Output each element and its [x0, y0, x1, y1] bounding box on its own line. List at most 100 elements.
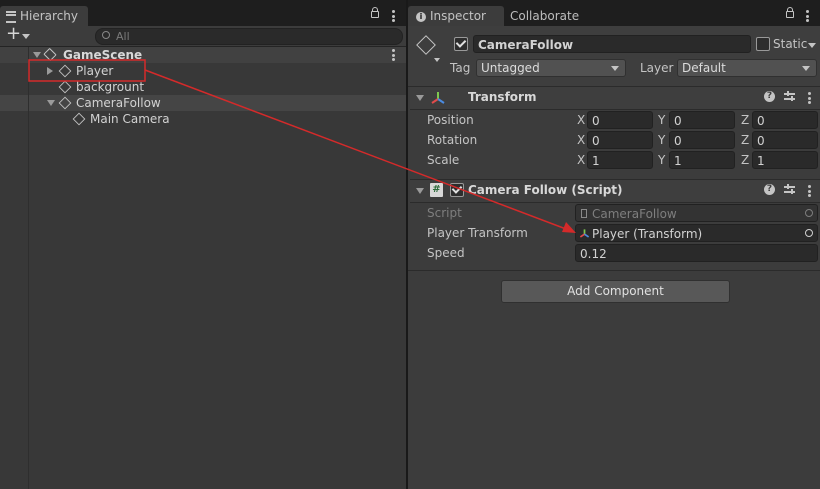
presets-icon[interactable]: [784, 91, 795, 102]
lock-shackle-icon: [787, 7, 793, 12]
unity-scene-icon: [43, 47, 57, 62]
hierarchy-gutter: [28, 47, 29, 489]
hierarchy-menu-icon[interactable]: [392, 10, 396, 22]
expand-arrow-icon[interactable]: [47, 100, 55, 106]
layer-value: Default: [682, 61, 726, 75]
rotation-z-value: 0: [757, 134, 765, 148]
search-input[interactable]: All: [95, 28, 403, 45]
position-y-axis[interactable]: Y: [658, 113, 665, 127]
expand-arrow-icon[interactable]: [33, 52, 41, 58]
static-dropdown-icon[interactable]: [808, 43, 816, 48]
speed-label: Speed: [427, 246, 465, 260]
object-name-field[interactable]: CameraFollow: [473, 35, 751, 53]
hierarchy-item-camerafollow[interactable]: CameraFollow: [0, 95, 406, 111]
list-icon: [6, 10, 16, 23]
checkmark-icon: [455, 37, 467, 48]
tag-dropdown[interactable]: Untagged: [476, 59, 626, 77]
scale-z-field[interactable]: 1: [752, 151, 818, 169]
search-icon: [102, 31, 110, 39]
component-enabled-checkbox[interactable]: [450, 183, 464, 197]
script-label: Script: [427, 206, 462, 220]
scale-x-value: 1: [592, 154, 600, 168]
transform-title: Transform: [468, 90, 537, 104]
add-component-button[interactable]: Add Component: [501, 280, 730, 303]
rotation-z-axis[interactable]: Z: [741, 133, 749, 147]
info-icon: i: [416, 11, 426, 22]
layer-dropdown[interactable]: Default: [677, 59, 817, 77]
component-menu-icon[interactable]: [808, 92, 812, 104]
search-placeholder: All: [116, 30, 130, 43]
hierarchy-item-player[interactable]: Player: [0, 63, 406, 79]
tab-inspector-label: Inspector: [430, 9, 486, 23]
position-z-value: 0: [757, 114, 765, 128]
help-icon[interactable]: ?: [764, 91, 775, 102]
hierarchy-item-label: Player: [76, 64, 114, 78]
scale-x-field[interactable]: 1: [587, 151, 653, 169]
script-hash-icon: #: [430, 183, 443, 197]
rotation-x-field[interactable]: 0: [587, 131, 653, 149]
rotation-label: Rotation: [427, 133, 478, 147]
position-z-field[interactable]: 0: [752, 111, 818, 129]
camera-follow-title: Camera Follow (Script): [468, 183, 623, 197]
transform-axes-icon: [579, 229, 590, 238]
foldout-arrow-icon[interactable]: [416, 95, 424, 101]
camera-follow-component-header[interactable]: # Camera Follow (Script) ?: [410, 179, 820, 203]
chevron-down-icon: [22, 34, 30, 39]
gameobject-cube-icon: [58, 64, 72, 78]
scale-x-axis[interactable]: X: [577, 153, 585, 167]
position-y-field[interactable]: 0: [669, 111, 735, 129]
scale-y-value: 1: [674, 154, 682, 168]
scale-z-axis[interactable]: Z: [741, 153, 749, 167]
scale-label: Scale: [427, 153, 460, 167]
help-icon[interactable]: ?: [764, 184, 775, 195]
expand-arrow-icon[interactable]: [47, 67, 53, 75]
tab-collaborate[interactable]: Collaborate: [500, 6, 589, 26]
hierarchy-item-main-camera[interactable]: Main Camera: [0, 111, 406, 127]
tab-hierarchy-label: Hierarchy: [20, 9, 79, 23]
static-label: Static: [773, 37, 808, 51]
icon-dropdown-icon[interactable]: [434, 58, 440, 62]
static-checkbox[interactable]: [756, 37, 770, 51]
rotation-x-axis[interactable]: X: [577, 133, 585, 147]
gameobject-cube-icon: [58, 96, 72, 110]
presets-icon[interactable]: [784, 184, 795, 195]
speed-field[interactable]: 0.12: [575, 244, 818, 262]
scale-y-field[interactable]: 1: [669, 151, 735, 169]
position-z-axis[interactable]: Z: [741, 113, 749, 127]
object-active-checkbox[interactable]: [454, 37, 468, 51]
lock-icon[interactable]: [786, 11, 794, 18]
add-button[interactable]: +: [4, 23, 30, 46]
position-x-value: 0: [592, 114, 600, 128]
transform-component-header[interactable]: Transform ?: [410, 86, 820, 110]
hierarchy-tabbar: Hierarchy: [0, 0, 406, 26]
object-picker-icon[interactable]: [805, 229, 813, 237]
component-divider: [408, 270, 820, 271]
foldout-arrow-icon[interactable]: [416, 188, 424, 194]
hierarchy-item-label: Main Camera: [90, 112, 170, 126]
hierarchy-panel: Hierarchy + All GameScene Player backgro…: [0, 0, 406, 489]
tab-collaborate-label: Collaborate: [510, 9, 580, 23]
script-field: CameraFollow: [575, 204, 818, 222]
scene-row[interactable]: GameScene: [0, 47, 406, 63]
checkmark-icon: [451, 183, 463, 194]
rotation-y-axis[interactable]: Y: [658, 133, 665, 147]
player-transform-field[interactable]: Player (Transform): [575, 224, 818, 242]
position-x-field[interactable]: 0: [587, 111, 653, 129]
scale-z-value: 1: [757, 154, 765, 168]
inspector-menu-icon[interactable]: [806, 10, 810, 22]
lock-shackle-icon: [372, 7, 378, 12]
scale-y-axis[interactable]: Y: [658, 153, 665, 167]
scene-menu-icon[interactable]: [392, 49, 396, 61]
lock-icon[interactable]: [371, 11, 379, 18]
position-x-axis[interactable]: X: [577, 113, 585, 127]
tab-inspector[interactable]: i Inspector: [408, 6, 504, 26]
chevron-down-icon: [611, 66, 619, 71]
rotation-y-field[interactable]: 0: [669, 131, 735, 149]
plus-icon: +: [6, 23, 22, 44]
component-menu-icon[interactable]: [808, 185, 812, 197]
gameobject-cube-icon: [72, 112, 86, 126]
rotation-z-field[interactable]: 0: [752, 131, 818, 149]
gameobject-cube-icon: [58, 80, 72, 94]
script-file-icon: [581, 209, 587, 218]
hierarchy-item-background[interactable]: backgrount: [0, 79, 406, 95]
